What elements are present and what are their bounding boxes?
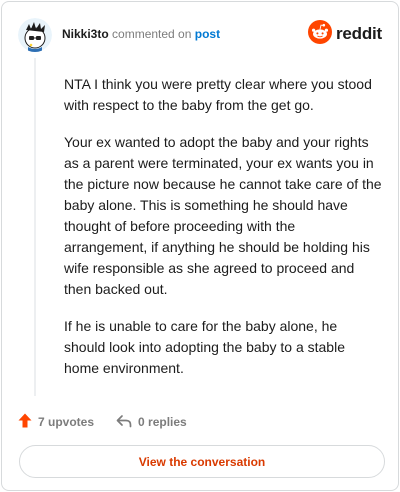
thread-line xyxy=(34,58,36,396)
action-text: commented on xyxy=(112,27,192,41)
reddit-snoo-icon xyxy=(307,19,332,49)
view-conversation-button[interactable]: View the conversation xyxy=(19,445,385,478)
embedded-comment-card: Nikki3to commented on post reddit NTA I … xyxy=(1,1,399,491)
upvote-button[interactable]: 7 upvotes xyxy=(18,413,94,431)
brand-wordmark: reddit xyxy=(335,24,382,43)
comment-header: Nikki3to commented on post reddit xyxy=(18,16,382,52)
reply-button[interactable]: 0 replies xyxy=(116,414,187,431)
reply-arrow-icon xyxy=(116,414,138,431)
comment-paragraph: Your ex wanted to adopt the baby and you… xyxy=(64,134,382,297)
upvote-count: 7 upvotes xyxy=(38,415,95,429)
upvote-arrow-icon xyxy=(18,413,38,431)
comment-meta: Nikki3to commented on post xyxy=(62,27,220,41)
reply-count: 0 replies xyxy=(138,415,187,429)
username-link[interactable]: Nikki3to xyxy=(62,27,109,41)
comment-body: NTA I think you were pretty clear where … xyxy=(64,74,382,395)
post-link[interactable]: post xyxy=(195,27,220,41)
comment-actions: 7 upvotes 0 replies xyxy=(18,410,209,434)
comment-paragraph: NTA I think you were pretty clear where … xyxy=(64,76,372,113)
reddit-logo[interactable]: reddit xyxy=(307,19,382,49)
comment-paragraph: If he is unable to care for the baby alo… xyxy=(64,318,345,376)
user-avatar[interactable] xyxy=(18,18,52,52)
